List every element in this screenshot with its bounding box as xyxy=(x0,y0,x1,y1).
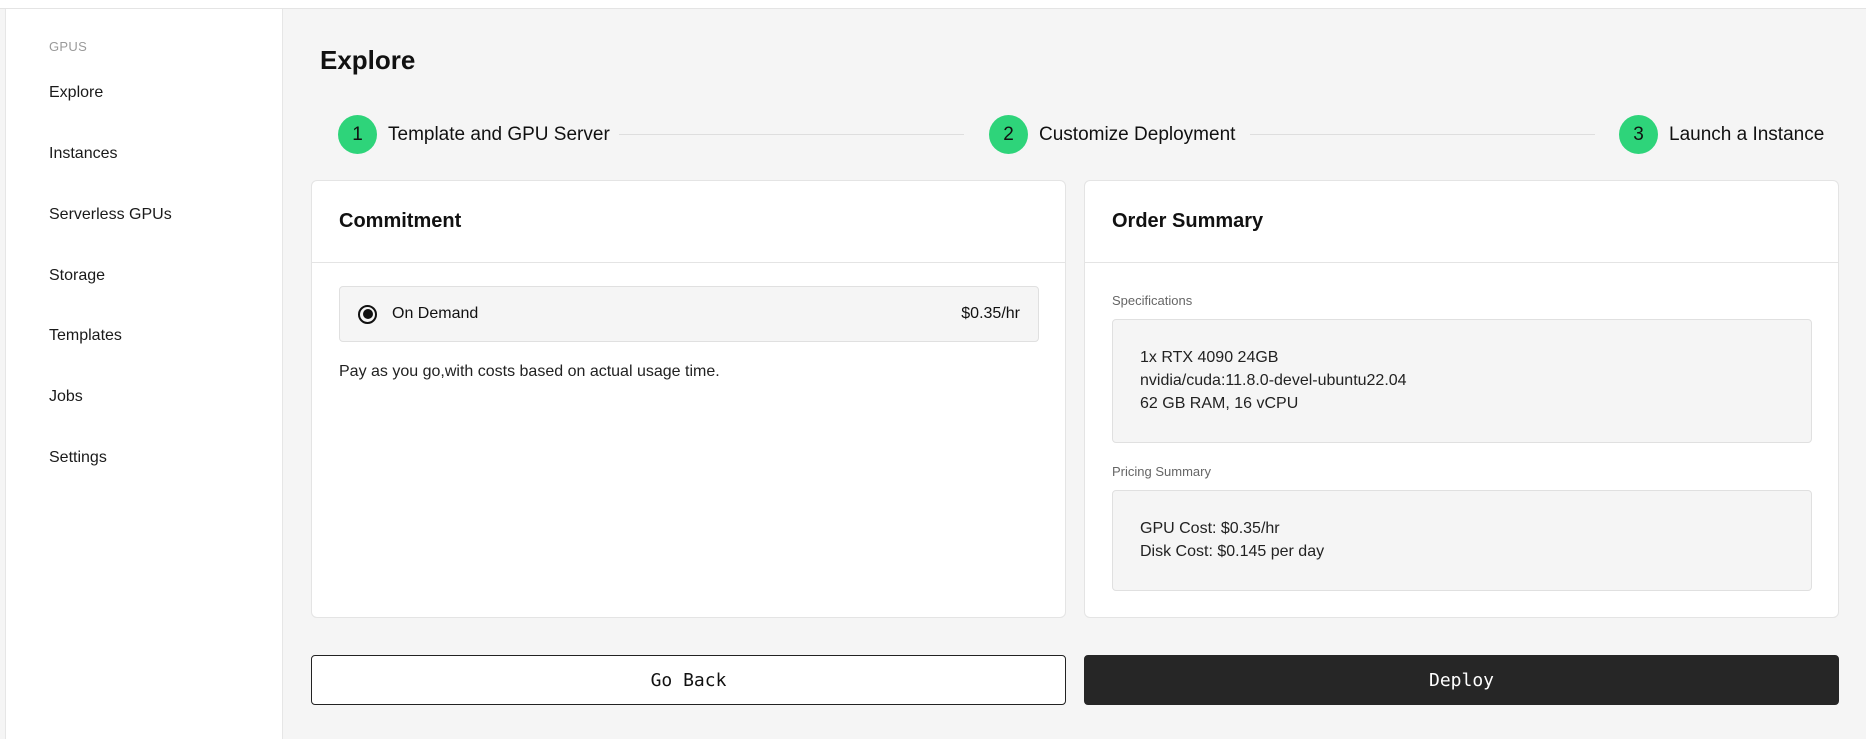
deploy-button[interactable]: Deploy xyxy=(1084,655,1839,705)
pricing-summary-label: Pricing Summary xyxy=(1112,464,1211,479)
step-label: Customize Deployment xyxy=(1039,123,1236,145)
step-customize-deployment: 2 Customize Deployment xyxy=(989,115,1235,154)
sidebar-item-storage[interactable]: Storage xyxy=(49,267,105,285)
disk-cost: Disk Cost: $0.145 per day xyxy=(1140,543,1325,560)
step-template-gpu-server: 1 Template and GPU Server xyxy=(338,115,610,154)
specifications-label: Specifications xyxy=(1112,293,1193,308)
gpu-cost: GPU Cost: $0.35/hr xyxy=(1140,520,1280,537)
specifications-box: 1x RTX 4090 24GB nvidia/cuda:11.8.0-deve… xyxy=(1112,319,1812,443)
step-launch-instance: 3 Launch a Instance xyxy=(1619,115,1824,154)
sidebar-item-serverless-gpus[interactable]: Serverless GPUs xyxy=(49,206,172,224)
spec-resources: 62 GB RAM, 16 vCPU xyxy=(1140,395,1299,412)
top-bar xyxy=(0,0,1866,9)
sidebar: GPUS Explore Instances Serverless GPUs S… xyxy=(5,9,283,739)
spec-gpu: 1x RTX 4090 24GB xyxy=(1140,349,1279,366)
commitment-title: Commitment xyxy=(312,181,1065,263)
go-back-button[interactable]: Go Back xyxy=(311,655,1066,705)
sidebar-item-jobs[interactable]: Jobs xyxy=(49,388,83,406)
radio-dot-icon xyxy=(362,309,373,319)
step-label: Template and GPU Server xyxy=(388,123,610,145)
commitment-card: Commitment On Demand $0.35/hr Pay as you… xyxy=(311,180,1066,618)
order-summary-card: Order Summary Specifications 1x RTX 4090… xyxy=(1084,180,1839,618)
sidebar-item-instances[interactable]: Instances xyxy=(49,145,117,163)
page-title: Explore xyxy=(320,45,416,75)
main-content: Explore 1 Template and GPU Server 2 Cust… xyxy=(284,9,1866,739)
on-demand-price: $0.35/hr xyxy=(961,305,1020,322)
step-label: Launch a Instance xyxy=(1669,123,1825,145)
step-number: 1 xyxy=(338,115,377,154)
spec-image: nvidia/cuda:11.8.0-devel-ubuntu22.04 xyxy=(1140,372,1407,389)
radio-selected-icon[interactable] xyxy=(358,304,377,324)
sidebar-item-settings[interactable]: Settings xyxy=(49,449,107,467)
step-connector xyxy=(619,134,964,135)
on-demand-option[interactable]: On Demand $0.35/hr xyxy=(339,286,1039,342)
sidebar-section-gpus: GPUS xyxy=(49,39,88,54)
on-demand-label: On Demand xyxy=(392,305,479,322)
step-connector xyxy=(1250,134,1595,135)
pricing-summary-box: GPU Cost: $0.35/hr Disk Cost: $0.145 per… xyxy=(1112,490,1812,591)
sidebar-item-templates[interactable]: Templates xyxy=(49,327,122,345)
order-summary-title: Order Summary xyxy=(1085,181,1838,263)
commitment-description: Pay as you go,with costs based on actual… xyxy=(339,363,720,380)
step-number: 3 xyxy=(1619,115,1658,154)
step-number: 2 xyxy=(989,115,1028,154)
sidebar-item-explore[interactable]: Explore xyxy=(49,84,103,102)
